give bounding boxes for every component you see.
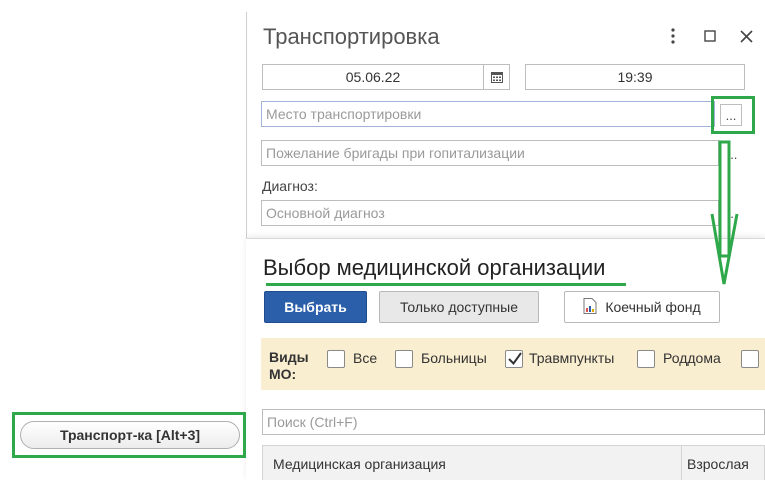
place-field[interactable]: Место транспортировки — [261, 101, 715, 127]
filter-hospitals-checkbox[interactable] — [395, 350, 413, 368]
calendar-icon[interactable] — [483, 65, 509, 89]
brigade-wish-placeholder: Пожелание бригады при гопитализации — [266, 145, 525, 161]
filter-trauma-label: Травмпункты — [529, 350, 615, 366]
kebab-menu-icon[interactable] — [663, 26, 683, 46]
dialog-title: Транспортировка — [263, 24, 440, 49]
place-placeholder: Место транспортировки — [266, 106, 422, 122]
arrow-down-annotation — [710, 140, 739, 285]
filter-all-checkbox[interactable] — [327, 350, 345, 368]
diagnosis-placeholder: Основной диагноз — [266, 205, 385, 221]
search-input[interactable]: Поиск (Ctrl+F) — [262, 409, 765, 435]
only-available-toggle[interactable]: Только доступные — [379, 291, 539, 323]
column-organization[interactable]: Медицинская организация — [273, 456, 446, 472]
diagnosis-label: Диагноз: — [262, 178, 318, 194]
selection-title: Выбор медицинской организации — [263, 255, 606, 280]
filter-trauma-checkbox[interactable] — [505, 350, 523, 368]
filter-more-checkbox[interactable] — [741, 350, 759, 368]
column-adult[interactable]: Взрослая — [687, 456, 749, 472]
date-value: 05.06.22 — [345, 69, 401, 85]
filter-maternity-label: Роддома — [663, 350, 721, 366]
transport-task-button[interactable]: Транспорт-ка [Alt+3] — [20, 421, 240, 449]
bed-fund-icon — [583, 297, 597, 317]
close-icon[interactable] — [736, 26, 756, 46]
brigade-wish-field[interactable]: Пожелание бригады при гопитализации — [261, 140, 719, 166]
bed-fund-label: Коечный фонд — [605, 299, 701, 315]
maximize-icon[interactable] — [700, 26, 720, 46]
title-underline-annotation — [266, 283, 626, 286]
filter-hospitals-label: Больницы — [421, 350, 487, 366]
filter-label: Виды МО: — [269, 349, 309, 382]
mo-type-filter-bar: Виды МО: Все Больницы Травмпункты Роддом… — [261, 338, 765, 390]
time-value: 19:39 — [617, 69, 653, 85]
filter-all-label: Все — [353, 350, 378, 366]
time-field[interactable]: 19:39 — [525, 64, 745, 90]
date-field[interactable]: 05.06.22 — [262, 64, 510, 90]
column-divider — [681, 446, 682, 480]
place-select-button[interactable]: ... — [720, 104, 742, 126]
filter-maternity-checkbox[interactable] — [637, 350, 655, 368]
checkmark-icon — [508, 352, 522, 366]
bed-fund-button[interactable]: Коечный фонд — [564, 291, 720, 323]
select-organization-dialog: Выбор медицинской организации Выбрать То… — [246, 238, 765, 480]
search-placeholder: Поиск (Ctrl+F) — [267, 414, 358, 430]
choose-button[interactable]: Выбрать — [264, 291, 367, 323]
diagnosis-field[interactable]: Основной диагноз — [261, 200, 719, 226]
table-header: Медицинская организация Взрослая — [262, 445, 765, 480]
